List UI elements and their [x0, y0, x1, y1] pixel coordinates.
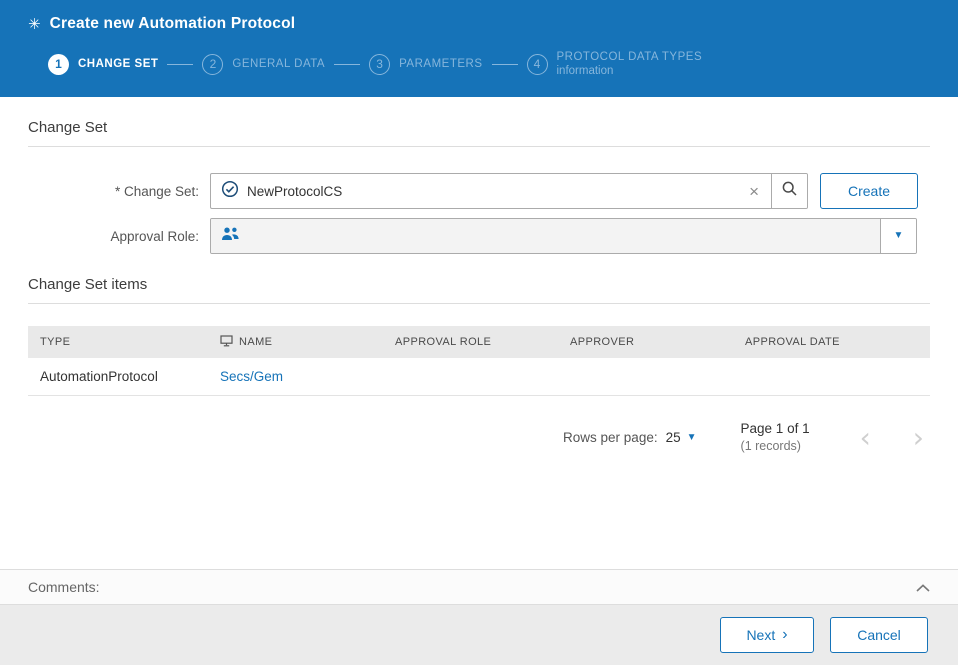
page-info: Page 1 of 1 (1 records) [741, 420, 810, 455]
records-count-label: (1 records) [741, 438, 810, 455]
rows-per-page-value: 25 [666, 430, 681, 445]
change-set-section-title: Change Set [28, 119, 930, 147]
main-content: Change Set * Change Set: NewProtocolCS × [0, 97, 958, 569]
change-set-input-group: NewProtocolCS × [210, 173, 808, 209]
change-set-value: NewProtocolCS [247, 184, 739, 199]
table-header-row: TYPE NAME APPROVAL ROLE APPROVER APPROVA… [28, 326, 930, 358]
column-header-type: TYPE [28, 336, 208, 348]
dialog-title: Create new Automation Protocol [50, 15, 296, 33]
approval-role-row: Approval Role: [28, 218, 930, 254]
pagination: Rows per page: 25 ▼ Page 1 of 1 (1 recor… [28, 420, 930, 455]
column-header-name: NAME [208, 335, 383, 350]
asterisk-icon: ✳ [28, 17, 41, 32]
change-set-items-section-title: Change Set items [28, 276, 930, 304]
column-header-approval-date: APPROVAL DATE [733, 336, 930, 348]
step-connector [167, 64, 193, 65]
comments-bar[interactable]: Comments: [0, 569, 958, 605]
page-count-label: Page 1 of 1 [741, 420, 810, 438]
step-4-number: 4 [527, 54, 548, 75]
step-1-number: 1 [48, 54, 69, 75]
next-button-label: Next [746, 627, 775, 643]
step-general-data[interactable]: 2 GENERAL DATA [202, 54, 325, 75]
change-set-items-table: TYPE NAME APPROVAL ROLE APPROVER APPROVA… [28, 326, 930, 396]
previous-page-button[interactable]: ‹ [856, 424, 875, 452]
column-header-approver: APPROVER [558, 336, 733, 348]
rows-per-page-select[interactable]: 25 ▼ [666, 430, 697, 445]
change-set-form: * Change Set: NewProtocolCS × [28, 173, 930, 254]
step-2-label: GENERAL DATA [232, 58, 325, 70]
rows-per-page: Rows per page: 25 ▼ [563, 430, 697, 445]
create-button[interactable]: Create [820, 173, 918, 209]
collapse-chevron-icon[interactable] [916, 579, 930, 595]
approval-role-dropdown-button[interactable]: ▼ [880, 219, 916, 253]
column-header-name-label: NAME [239, 336, 272, 348]
create-automation-protocol-dialog: ✳ Create new Automation Protocol 1 CHANG… [0, 0, 958, 665]
next-button[interactable]: Next › [720, 617, 814, 653]
create-button-label: Create [848, 183, 890, 199]
chevron-right-icon: › [782, 627, 787, 643]
clear-icon[interactable]: × [747, 183, 761, 200]
step-4-sublabel: information [557, 64, 703, 78]
rows-per-page-label: Rows per page: [563, 430, 658, 445]
step-1-label: CHANGE SET [78, 58, 158, 70]
chevron-down-icon: ▼ [894, 231, 904, 241]
step-connector [492, 64, 518, 65]
title-row: ✳ Create new Automation Protocol [28, 0, 930, 33]
screen-icon [220, 335, 233, 350]
approval-role-input-group: ▼ [210, 218, 917, 254]
wizard-stepper: 1 CHANGE SET 2 GENERAL DATA 3 PARAMETERS… [48, 50, 930, 79]
dialog-header: ✳ Create new Automation Protocol 1 CHANG… [0, 0, 958, 97]
search-icon [781, 180, 798, 202]
cancel-button-label: Cancel [857, 627, 901, 643]
step-3-number: 3 [369, 54, 390, 75]
table-row[interactable]: AutomationProtocol Secs/Gem [28, 358, 930, 396]
dialog-footer: Next › Cancel [0, 605, 958, 665]
column-header-approval-role: APPROVAL ROLE [383, 336, 558, 348]
change-set-row: * Change Set: NewProtocolCS × [28, 173, 930, 209]
comments-label: Comments: [28, 579, 100, 595]
approval-role-label: Approval Role: [28, 229, 210, 244]
change-set-input[interactable]: NewProtocolCS × [211, 174, 771, 208]
step-3-label: PARAMETERS [399, 58, 482, 70]
step-4-label: PROTOCOL DATA TYPES [557, 50, 703, 64]
check-circle-icon [221, 180, 239, 203]
cell-type: AutomationProtocol [28, 369, 208, 384]
step-connector [334, 64, 360, 65]
step-4-label-stack: PROTOCOL DATA TYPES information [557, 50, 703, 79]
step-2-number: 2 [202, 54, 223, 75]
chevron-down-icon: ▼ [687, 433, 697, 443]
step-change-set[interactable]: 1 CHANGE SET [48, 54, 158, 75]
cell-name-link[interactable]: Secs/Gem [220, 369, 283, 384]
cancel-button[interactable]: Cancel [830, 617, 928, 653]
people-icon [221, 226, 240, 246]
step-parameters[interactable]: 3 PARAMETERS [369, 54, 482, 75]
step-protocol-data-types[interactable]: 4 PROTOCOL DATA TYPES information [527, 50, 703, 79]
search-button[interactable] [771, 174, 807, 208]
change-set-label: * Change Set: [28, 184, 210, 199]
approval-role-input[interactable] [211, 219, 880, 253]
next-page-button[interactable]: › [909, 424, 928, 452]
